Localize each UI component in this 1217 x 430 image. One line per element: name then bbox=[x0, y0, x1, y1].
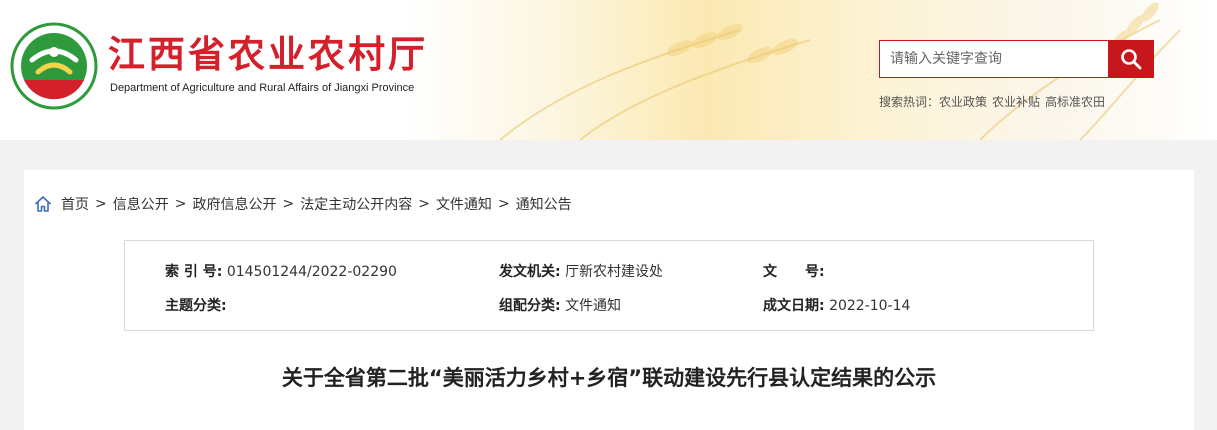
index-number-value: 014501244/2022-02290 bbox=[226, 264, 397, 280]
assembly-category-value: 文件通知 bbox=[565, 298, 622, 314]
assembly-category-label: 组配分类: bbox=[499, 298, 561, 314]
hot-search-label: 搜索热词： bbox=[879, 95, 940, 109]
search-icon bbox=[1121, 49, 1142, 70]
site-header: 江西省农业农村厅 Department of Agriculture and R… bbox=[0, 0, 1217, 140]
breadcrumb-gov-info-open[interactable]: 政府信息公开 bbox=[192, 194, 276, 214]
breadcrumb-info-open[interactable]: 信息公开 bbox=[113, 194, 169, 214]
document-number-label: 文 号: bbox=[763, 264, 825, 280]
written-date-value: 2022-10-14 bbox=[829, 298, 911, 314]
home-icon[interactable] bbox=[34, 195, 52, 213]
breadcrumb-separator: > bbox=[418, 196, 430, 212]
breadcrumb-separator: > bbox=[282, 196, 295, 212]
index-number: 索 引 号: 014501244/2022-02290 bbox=[165, 261, 397, 281]
document-metadata-box: 索 引 号: 014501244/2022-02290 发文机关: 厅新农村建设… bbox=[124, 240, 1094, 331]
breadcrumb-separator: > bbox=[174, 196, 187, 212]
breadcrumb-announcements[interactable]: 通知公告 bbox=[516, 194, 572, 214]
site-subtitle: Department of Agriculture and Rural Affa… bbox=[110, 82, 415, 94]
breadcrumb-separator: > bbox=[95, 196, 107, 212]
search-input[interactable] bbox=[880, 41, 1109, 77]
breadcrumb-separator: > bbox=[497, 196, 510, 212]
assembly-category: 组配分类: 文件通知 bbox=[499, 295, 621, 315]
search-button[interactable] bbox=[1108, 40, 1154, 78]
breadcrumb: 首页 > 信息公开 > 政府信息公开 > 法定主动公开内容 > 文件通知 > 通… bbox=[34, 194, 572, 214]
article-title: 关于全省第二批“美丽活力乡村+乡宿”联动建设先行县认定结果的公示 bbox=[281, 366, 937, 390]
issuing-agency: 发文机关: 厅新农村建设处 bbox=[499, 261, 663, 281]
written-date: 成文日期: 2022-10-14 bbox=[763, 295, 910, 315]
breadcrumb-home[interactable]: 首页 bbox=[61, 194, 89, 214]
site-title[interactable]: 江西省农业农村厅 bbox=[108, 34, 428, 76]
issuing-agency-label: 发文机关: bbox=[499, 264, 561, 280]
search-box[interactable] bbox=[879, 40, 1109, 78]
subject-category: 主题分类: bbox=[165, 295, 227, 315]
hot-search-term[interactable]: 农业政策 bbox=[939, 95, 987, 109]
breadcrumb-file-notices[interactable]: 文件通知 bbox=[436, 194, 492, 214]
hot-search-term[interactable]: 高标准农田 bbox=[1045, 95, 1105, 109]
hot-search-term[interactable]: 农业补贴 bbox=[992, 95, 1040, 109]
subject-category-label: 主题分类: bbox=[165, 298, 227, 314]
written-date-label: 成文日期: bbox=[763, 298, 825, 314]
hot-search: 搜索热词：农业政策 农业补贴 高标准农田 bbox=[879, 93, 1110, 110]
agriculture-logo-icon[interactable] bbox=[10, 22, 98, 110]
index-number-label: 索 引 号: bbox=[165, 264, 223, 280]
breadcrumb-statutory-content[interactable]: 法定主动公开内容 bbox=[300, 194, 412, 214]
issuing-agency-value: 厅新农村建设处 bbox=[565, 264, 664, 280]
document-number: 文 号: bbox=[763, 261, 825, 281]
